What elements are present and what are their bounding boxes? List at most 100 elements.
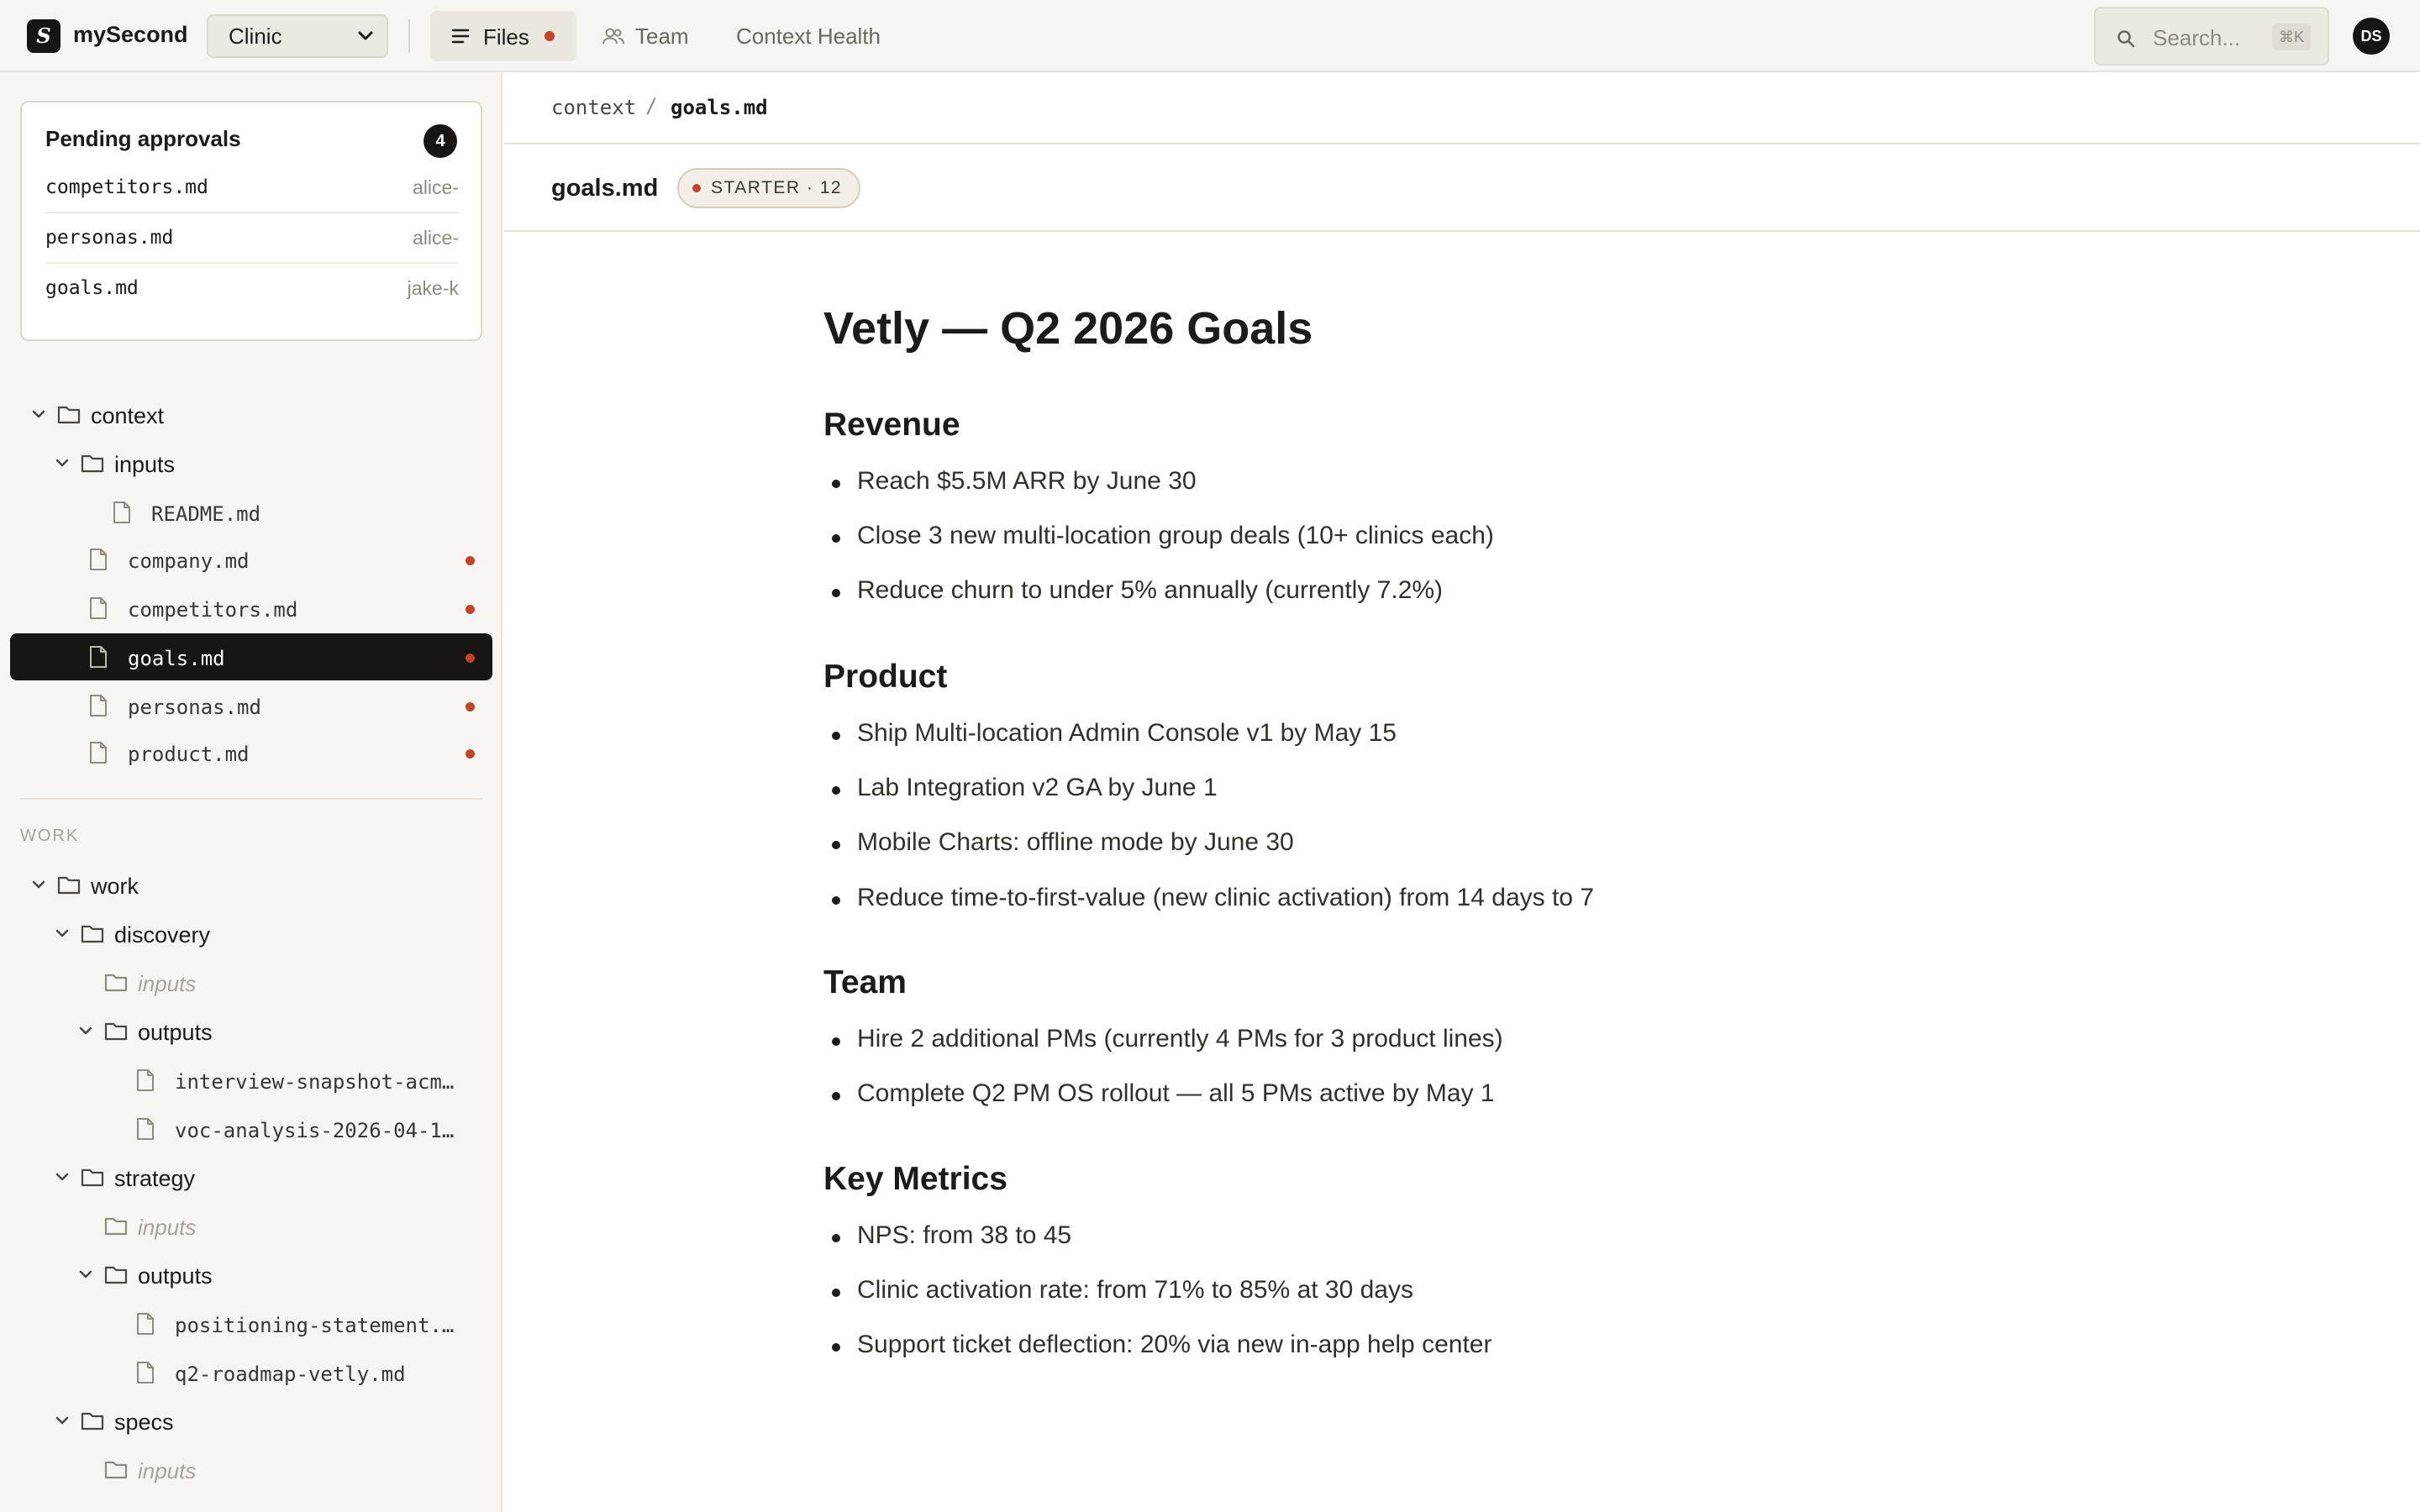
- folder-discovery-outputs[interactable]: outputs: [0, 1008, 501, 1055]
- list-item: Clinic activation rate: from 71% to 85% …: [832, 1276, 1413, 1304]
- file-positioning-statement[interactable]: positioning-statement.…: [0, 1300, 501, 1347]
- nav-files-tab[interactable]: Files: [430, 11, 576, 61]
- file-company[interactable]: company.md: [0, 536, 501, 583]
- workspace-select[interactable]: Clinic: [207, 14, 388, 58]
- folder-context-inputs[interactable]: inputs: [0, 440, 501, 487]
- document-filename: goals.md: [551, 175, 659, 202]
- folder-name: inputs: [114, 452, 176, 477]
- sidebar-divider: [20, 798, 482, 800]
- folder-name: work: [91, 874, 139, 899]
- pending-item[interactable]: goals.md jake-k: [45, 264, 459, 314]
- modified-indicator-dot: [466, 702, 475, 711]
- search-shortcut-hint: ⌘K: [2271, 24, 2311, 50]
- pending-file-name: personas.md: [45, 227, 174, 249]
- file-icon: [136, 1068, 155, 1096]
- list-item: Lab Integration v2 GA by June 1: [832, 774, 1218, 801]
- pending-count-badge: 4: [424, 124, 457, 158]
- nav-context-health-tab[interactable]: Context Health: [736, 24, 881, 50]
- file-name: goals.md: [128, 647, 225, 670]
- section-heading: Revenue: [823, 407, 960, 443]
- file-name: product.md: [128, 743, 250, 766]
- file-competitors[interactable]: competitors.md: [0, 585, 501, 632]
- pending-item[interactable]: competitors.md alice-: [45, 163, 459, 213]
- chevron-down-icon: [54, 1410, 71, 1435]
- list-item: Reduce time-to-first-value (new clinic a…: [831, 884, 1595, 911]
- chevron-down-icon: [356, 16, 375, 71]
- folder-name: discovery: [114, 922, 211, 948]
- chevron-down-icon: [30, 874, 47, 899]
- breadcrumb-parent[interactable]: context: [551, 96, 636, 119]
- pending-item[interactable]: personas.md alice-: [45, 213, 459, 264]
- section-heading: Team: [823, 964, 907, 1000]
- section-label-work: WORK: [20, 827, 80, 845]
- chevron-down-icon: [77, 1264, 94, 1289]
- file-sidebar: Pending approvals 4 competitors.md alice…: [0, 72, 502, 1512]
- file-icon: [113, 501, 131, 528]
- users-icon: [602, 26, 625, 52]
- file-product[interactable]: product.md: [0, 729, 501, 776]
- search-box[interactable]: Search... ⌘K: [2094, 7, 2329, 66]
- file-icon: [136, 1312, 155, 1340]
- pending-approvals-card: Pending approvals 4 competitors.md alice…: [20, 101, 482, 341]
- folder-context[interactable]: context: [0, 391, 501, 438]
- list-item: Support ticket deflection: 20% via new i…: [831, 1331, 1492, 1358]
- folder-specs-inputs[interactable]: inputs: [0, 1446, 501, 1494]
- file-icon: [89, 548, 108, 575]
- folder-work[interactable]: work: [0, 862, 501, 909]
- search-icon: [2116, 29, 2136, 53]
- document-title: Vetly — Q2 2026 Goals: [823, 303, 1313, 354]
- folder-icon: [81, 1410, 104, 1436]
- modified-indicator-dot: [466, 654, 475, 663]
- file-personas[interactable]: personas.md: [0, 682, 501, 729]
- file-icon: [89, 694, 108, 722]
- status-dot: [692, 184, 701, 192]
- folder-icon: [57, 874, 81, 900]
- pending-file-name: goals.md: [45, 277, 139, 299]
- folder-icon: [81, 1166, 104, 1192]
- folder-icon: [104, 1458, 128, 1484]
- folder-discovery[interactable]: discovery: [0, 911, 501, 958]
- file-icon: [89, 741, 108, 769]
- folder-strategy-outputs[interactable]: outputs: [0, 1252, 501, 1299]
- file-name: README.md: [151, 502, 261, 526]
- unsaved-indicator-dot: [544, 31, 555, 41]
- folder-icon: [57, 403, 81, 429]
- section-heading: Key Metrics: [823, 1161, 1007, 1197]
- file-icon: [89, 596, 108, 624]
- app-name: mySecond: [73, 22, 188, 47]
- file-q2-roadmap[interactable]: q2-roadmap-vetly.md: [0, 1349, 501, 1396]
- pending-author: alice-: [413, 227, 459, 249]
- chevron-down-icon: [54, 923, 71, 948]
- file-icon: [136, 1361, 155, 1389]
- nav-files-label: Files: [483, 24, 529, 50]
- file-goals-selected[interactable]: goals.md: [10, 633, 492, 680]
- file-name: positioning-statement.…: [175, 1314, 455, 1337]
- file-readme[interactable]: README.md: [0, 489, 501, 536]
- list-item: NPS: from 38 to 45: [831, 1221, 1072, 1249]
- folder-discovery-inputs[interactable]: inputs: [0, 959, 501, 1006]
- list-item: Ship Multi-location Admin Console v1 by …: [832, 719, 1397, 747]
- user-avatar[interactable]: DS: [2353, 18, 2390, 55]
- modified-indicator-dot: [466, 605, 475, 614]
- folder-icon: [104, 1215, 128, 1241]
- folder-name: context: [91, 403, 165, 428]
- file-icon: [89, 645, 108, 673]
- file-name: company.md: [128, 549, 250, 573]
- file-voc-analysis[interactable]: voc-analysis-2026-04-1…: [0, 1105, 501, 1152]
- status-badge-label: STARTER · 12: [711, 178, 843, 197]
- pending-file-name: competitors.md: [45, 176, 208, 198]
- file-interview-snapshot[interactable]: interview-snapshot-acm…: [0, 1057, 501, 1104]
- file-name: q2-roadmap-vetly.md: [175, 1362, 406, 1386]
- folder-icon: [104, 1263, 128, 1289]
- folder-strategy[interactable]: strategy: [0, 1154, 501, 1201]
- toolbar-divider: [408, 19, 410, 53]
- folder-name: inputs: [138, 1215, 197, 1240]
- folder-icon: [104, 971, 128, 997]
- folder-specs[interactable]: specs: [0, 1398, 501, 1445]
- folder-icon: [104, 1020, 128, 1046]
- folder-name: outputs: [138, 1020, 213, 1045]
- folder-strategy-inputs[interactable]: inputs: [0, 1203, 501, 1250]
- file-name: interview-snapshot-acm…: [175, 1070, 455, 1094]
- app-logo[interactable]: S: [27, 19, 60, 53]
- modified-indicator-dot: [466, 556, 475, 565]
